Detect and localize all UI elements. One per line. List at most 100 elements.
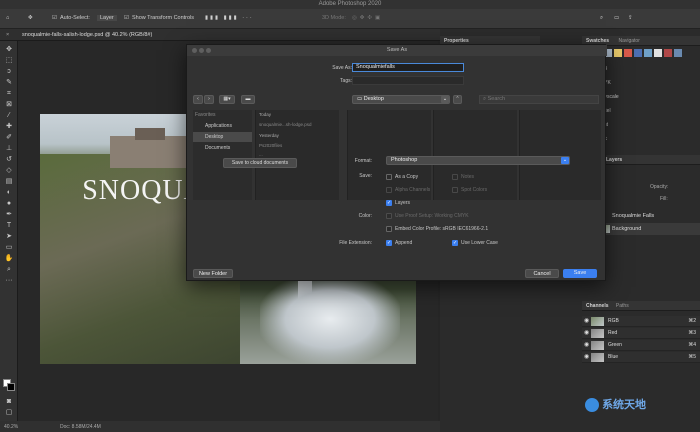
sidebar-item-desktop[interactable]: Desktop	[193, 132, 252, 142]
color-swatch[interactable]	[654, 49, 662, 57]
color-swatch[interactable]	[664, 49, 672, 57]
embed-profile-checkbox[interactable]	[386, 226, 392, 232]
save-as-dialog: Save As Save As: Snoqualmiefalls Tags: ‹…	[186, 44, 607, 281]
folder-icon[interactable]: ▬	[241, 95, 255, 104]
new-folder-button[interactable]: New Folder	[193, 269, 233, 278]
file-item[interactable]: ...	[259, 152, 263, 157]
type-tool-icon[interactable]: T	[4, 221, 14, 230]
file-item[interactable]: snoqualmie...sh-lodge.psd	[259, 122, 312, 127]
gradient-tool-icon[interactable]: ▤	[4, 177, 14, 186]
watermark-logo-icon	[585, 398, 599, 413]
eye-icon[interactable]: ◉	[584, 318, 589, 325]
document-tab[interactable]: × snoqualmie-falls-salish-lodge.psd @ 40…	[0, 29, 440, 41]
eye-icon[interactable]: ◉	[584, 342, 589, 349]
shape-tool-icon[interactable]: ▭	[4, 243, 14, 252]
spot-colors-checkbox[interactable]	[452, 187, 458, 193]
frame-tool-icon[interactable]: ⊠	[4, 100, 14, 109]
channel-name: RGB	[608, 318, 619, 324]
use-lower-case-checkbox[interactable]: ✓	[452, 240, 458, 246]
app-title-bar: Adobe Photoshop 2020	[0, 0, 700, 9]
as-a-copy-checkbox[interactable]	[386, 174, 392, 180]
save-as-filename-input[interactable]: Snoqualmiefalls	[352, 63, 464, 72]
sidebar-item-documents[interactable]: Documents	[193, 143, 252, 153]
search-input[interactable]: ⌕ Search	[479, 95, 599, 104]
color-swatch[interactable]	[624, 49, 632, 57]
lasso-tool-icon[interactable]: ↄ	[4, 67, 14, 76]
background-color-swatch[interactable]	[7, 383, 15, 391]
workspace-icon[interactable]: ▭	[614, 15, 619, 21]
3d-mode-icons[interactable]: ◎✥✣▣	[352, 15, 383, 21]
forward-button[interactable]: ›	[204, 95, 214, 104]
hand-tool-icon[interactable]: ✋	[4, 254, 14, 263]
layers-checkbox[interactable]: ✓	[386, 200, 392, 206]
history-brush-icon[interactable]: ↺	[4, 155, 14, 164]
expand-button[interactable]: ⌃	[453, 95, 462, 104]
use-proof-checkbox[interactable]	[386, 213, 392, 219]
path-select-tool-icon[interactable]: ➤	[4, 232, 14, 241]
color-swatch[interactable]	[674, 49, 682, 57]
sidebar-item-applications[interactable]: Applications	[193, 121, 252, 131]
zoom-window-button[interactable]	[206, 48, 211, 53]
tags-input[interactable]	[352, 76, 464, 85]
quick-mask-icon[interactable]: ◙	[4, 397, 14, 406]
opacity-label[interactable]: Opacity:	[650, 184, 668, 190]
save-button[interactable]: Save	[563, 269, 597, 278]
search-icon[interactable]: ⌕	[600, 15, 603, 22]
auto-select-dropdown[interactable]: Layer	[97, 15, 117, 21]
format-dropdown[interactable]: Photoshop ⌄	[386, 156, 570, 165]
auto-select-checkbox[interactable]: ☑	[52, 15, 57, 21]
layer-row[interactable]: Snoqualmie Falls	[602, 210, 700, 222]
move-tool-icon[interactable]: ✥	[4, 45, 14, 54]
zoom-tool-icon[interactable]: ⌕	[4, 265, 14, 274]
append-checkbox[interactable]: ✓	[386, 240, 392, 246]
tab-channels[interactable]: Channels	[582, 303, 613, 309]
color-swatch[interactable]	[614, 49, 622, 57]
move-tool-icon[interactable]: ✥	[28, 15, 33, 21]
channel-row[interactable]: ◉ RGB ⌘2	[582, 316, 700, 327]
more-tools-icon[interactable]: ···	[4, 276, 14, 285]
notes-checkbox[interactable]	[452, 174, 458, 180]
tab-navigator[interactable]: Navigator	[614, 38, 643, 44]
save-options-label: Save:	[359, 173, 372, 179]
dodge-tool-icon[interactable]: ●	[4, 199, 14, 208]
blur-tool-icon[interactable]: ◐	[4, 188, 14, 197]
screen-mode-icon[interactable]: ▢	[4, 408, 14, 417]
location-dropdown[interactable]: ▭ Desktop ⌄	[352, 95, 450, 104]
save-to-cloud-button[interactable]: Save to cloud documents	[223, 158, 297, 168]
channel-name: Green	[608, 342, 622, 348]
share-icon[interactable]: ⇪	[628, 15, 633, 21]
waterfall-mist	[260, 274, 400, 364]
alpha-channels-checkbox[interactable]	[386, 187, 392, 193]
doc-size: Doc: 8.58M/24.4M	[60, 424, 101, 430]
file-item[interactable]: Ps2020files	[259, 143, 282, 148]
close-icon[interactable]: ×	[6, 29, 9, 41]
view-mode-button[interactable]: ▦▾	[219, 95, 235, 104]
brush-tool-icon[interactable]: ✐	[4, 133, 14, 142]
eraser-tool-icon[interactable]: ◇	[4, 166, 14, 175]
layer-row[interactable]: Background	[602, 223, 700, 235]
channel-row[interactable]: ◉ Blue ⌘5	[582, 352, 700, 363]
color-swatch[interactable]	[644, 49, 652, 57]
home-icon[interactable]: ⌂	[6, 15, 9, 21]
show-transform-checkbox[interactable]: ☑	[124, 15, 129, 21]
tab-paths[interactable]: Paths	[614, 303, 631, 309]
minimize-window-button[interactable]	[199, 48, 204, 53]
pen-tool-icon[interactable]: ✒	[4, 210, 14, 219]
healing-tool-icon[interactable]: ✚	[4, 122, 14, 131]
eyedropper-tool-icon[interactable]: ⁄	[4, 111, 14, 120]
crop-tool-icon[interactable]: ⌗	[4, 89, 14, 98]
channel-row[interactable]: ◉ Red ⌘3	[582, 328, 700, 339]
cancel-button[interactable]: Cancel	[525, 269, 559, 278]
stamp-tool-icon[interactable]: ⊥	[4, 144, 14, 153]
channel-row[interactable]: ◉ Green ⌘4	[582, 340, 700, 351]
quick-select-tool-icon[interactable]: ✎	[4, 78, 14, 87]
eye-icon[interactable]: ◉	[584, 330, 589, 337]
notes-label: Notes	[461, 174, 475, 180]
eye-icon[interactable]: ◉	[584, 354, 589, 361]
fill-label[interactable]: Fill:	[660, 196, 668, 202]
align-icons[interactable]: ▮▮▮ ▮▮▮ ···	[205, 15, 254, 21]
marquee-tool-icon[interactable]: ⬚	[4, 56, 14, 65]
color-swatch[interactable]	[634, 49, 642, 57]
close-window-button[interactable]	[192, 48, 197, 53]
back-button[interactable]: ‹	[193, 95, 203, 104]
